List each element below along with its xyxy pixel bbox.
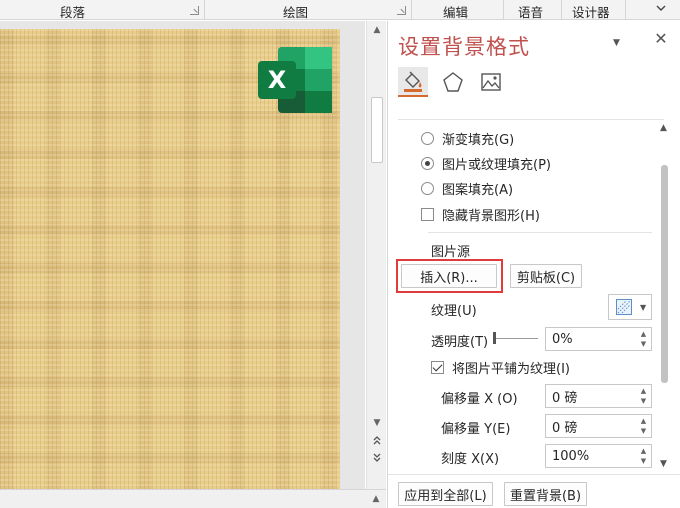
radio-button[interactable] (421, 182, 434, 195)
divider (428, 232, 652, 233)
ribbon-divider (204, 0, 205, 20)
tile-picture-label: 将图片平铺为纹理(I) (452, 362, 570, 377)
radio-button[interactable] (421, 132, 434, 145)
tab-fill[interactable] (398, 67, 428, 97)
chevron-down-icon[interactable] (654, 1, 668, 15)
canvas-vertical-scrollbar[interactable]: ▲ ▼ (366, 21, 386, 489)
texture-swatch-icon (616, 299, 632, 315)
offset-y-stepper[interactable]: 0 磅 ▲ ▼ (545, 414, 652, 438)
transparency-slider-track[interactable] (493, 338, 538, 339)
ribbon-divider (411, 0, 412, 20)
offset-x-value: 0 磅 (552, 390, 578, 406)
previous-slide-icon[interactable] (370, 434, 384, 446)
canvas-horizontal-scrollbar[interactable]: ▲ (0, 489, 386, 508)
texture-label: 纹理(U) (431, 304, 477, 319)
chevron-down-icon: ▼ (640, 302, 647, 312)
pane-options-dropdown-icon[interactable]: ▼ (613, 38, 625, 48)
scrollbar-thumb[interactable] (661, 165, 668, 383)
picture-icon (481, 73, 501, 91)
scroll-down-icon[interactable]: ▼ (660, 459, 667, 469)
slide-background-texture[interactable]: X (0, 29, 340, 501)
checkbox[interactable] (421, 208, 434, 221)
ribbon-group-voice[interactable]: 语音 (518, 2, 543, 21)
insert-picture-button[interactable]: 插入(R)... (401, 264, 497, 288)
hide-background-graphics-label: 隐藏背景图形(H) (442, 209, 540, 224)
scroll-down-icon[interactable]: ▼ (370, 417, 384, 429)
transparency-label: 透明度(T) (431, 335, 489, 350)
pane-scrollbar[interactable]: ▲ ▼ (658, 119, 674, 471)
offset-x-stepper[interactable]: 0 磅 ▲ ▼ (545, 384, 652, 408)
scrollbar-thumb[interactable] (371, 97, 383, 163)
close-icon[interactable]: ✕ (653, 31, 669, 47)
scale-x-value: 100% (552, 448, 590, 464)
offset-y-label: 偏移量 Y(E) (441, 422, 511, 437)
scroll-up-icon[interactable]: ▲ (370, 24, 384, 36)
picture-texture-fill-radio[interactable]: 图片或纹理填充(P) (421, 154, 551, 173)
offset-x-label: 偏移量 X (O) (441, 392, 518, 407)
scroll-up-icon[interactable]: ▲ (660, 123, 667, 133)
transparency-stepper[interactable]: 0% ▲ ▼ (545, 327, 652, 351)
divider (398, 119, 664, 120)
ribbon-divider (625, 0, 626, 20)
next-slide-icon[interactable] (370, 452, 384, 464)
pattern-fill-label: 图案填充(A) (442, 183, 514, 198)
offset-y-value: 0 磅 (552, 420, 578, 436)
spin-arrows-icon[interactable]: ▲ ▼ (639, 417, 648, 435)
transparency-value: 0% (552, 331, 573, 347)
spin-arrows-icon[interactable]: ▲ ▼ (639, 387, 648, 405)
pane-title: 设置背景格式 (398, 35, 530, 59)
pentagon-icon (443, 72, 463, 92)
gradient-fill-radio[interactable]: 渐变填充(G) (421, 129, 514, 148)
scale-x-label: 刻度 X(X) (441, 452, 500, 467)
clipboard-button[interactable]: 剪贴板(C) (510, 264, 582, 288)
tile-picture-checkbox[interactable]: 将图片平铺为纹理(I) (431, 358, 570, 377)
ribbon-group-paragraph[interactable]: 段落 (60, 2, 85, 21)
tab-picture[interactable] (476, 67, 506, 97)
picture-source-label: 图片源 (431, 245, 471, 260)
scroll-up-icon[interactable]: ▲ (369, 493, 383, 505)
excel-logo-icon: X (258, 47, 332, 113)
ribbon-group-bar: 段落 绘图 编辑 语音 设计器 (0, 0, 680, 20)
hide-background-graphics-checkbox[interactable]: 隐藏背景图形(H) (421, 205, 540, 224)
spin-arrows-icon[interactable]: ▲ ▼ (639, 330, 648, 348)
transparency-slider-handle[interactable] (493, 332, 496, 344)
reset-background-button[interactable]: 重置背景(B) (504, 482, 587, 506)
format-background-pane: 设置背景格式 ▼ ✕ 渐变填充(G) 图片或纹理填充(P) 图案填充(A) 隐藏… (387, 21, 680, 508)
slide-canvas: X (0, 21, 365, 501)
checkbox-checked[interactable] (431, 361, 444, 374)
ribbon-group-editing[interactable]: 编辑 (443, 2, 468, 21)
pattern-fill-radio[interactable]: 图案填充(A) (421, 179, 513, 198)
texture-picker-dropdown[interactable]: ▼ (608, 294, 652, 320)
svg-text:X: X (268, 66, 287, 94)
drawing-dialog-launcher-icon[interactable] (397, 6, 406, 15)
paragraph-dialog-launcher-icon[interactable] (190, 6, 199, 15)
fill-icon (404, 71, 422, 92)
ribbon-divider (503, 0, 504, 20)
apply-to-all-button[interactable]: 应用到全部(L) (398, 482, 493, 506)
divider (388, 474, 680, 475)
tab-effects[interactable] (438, 67, 468, 97)
ribbon-group-drawing[interactable]: 绘图 (283, 2, 308, 21)
spin-arrows-icon[interactable]: ▲ ▼ (639, 447, 648, 465)
ribbon-divider (561, 0, 562, 20)
gradient-fill-label: 渐变填充(G) (442, 133, 515, 148)
radio-button-selected[interactable] (421, 157, 434, 170)
picture-texture-fill-label: 图片或纹理填充(P) (442, 158, 551, 173)
scale-x-stepper[interactable]: 100% ▲ ▼ (545, 444, 652, 468)
ribbon-group-designer[interactable]: 设计器 (572, 2, 610, 21)
